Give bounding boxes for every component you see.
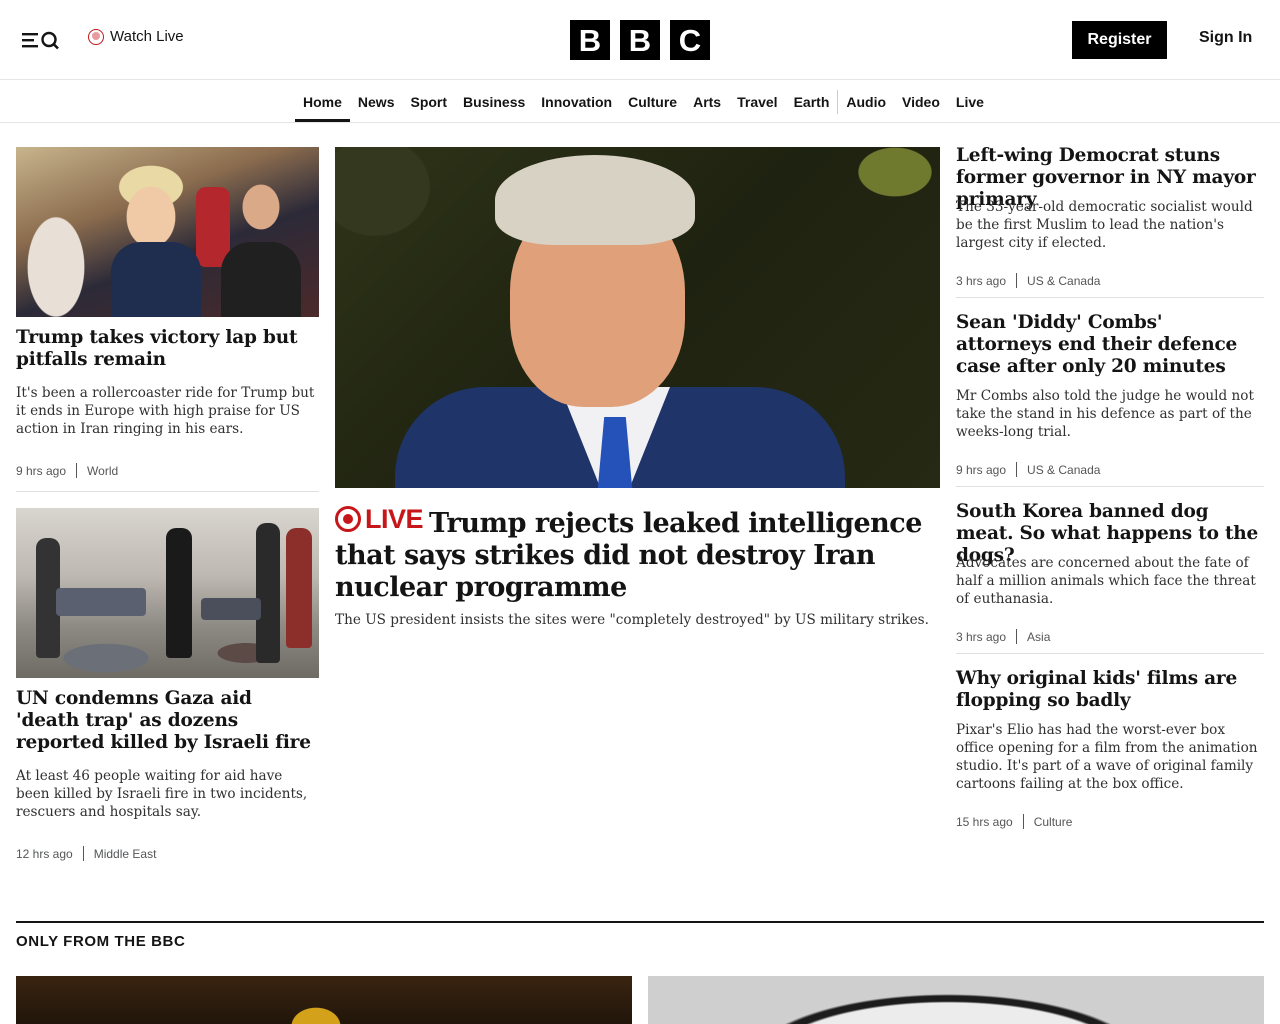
story-meta: 3 hrs ago US & Canada	[956, 273, 1100, 288]
nav-news[interactable]: News	[350, 81, 403, 122]
live-dot-icon	[88, 28, 104, 45]
nav-sport[interactable]: Sport	[402, 81, 455, 122]
feature-image-firefighter[interactable]	[16, 976, 632, 1024]
sign-in-button[interactable]: Sign In	[1199, 29, 1252, 47]
story-summary: Mr Combs also told the judge he would no…	[956, 388, 1254, 440]
story-headline[interactable]: UN condemns Gaza aid 'death trap' as doz…	[16, 688, 319, 754]
story-meta: 9 hrs ago World	[16, 463, 118, 478]
story-category[interactable]: Culture	[1024, 815, 1073, 829]
nav-culture[interactable]: Culture	[620, 81, 685, 122]
story-headline[interactable]: Trump takes victory lap but pitfalls rem…	[16, 327, 319, 371]
story-time: 15 hrs ago	[956, 814, 1013, 829]
story-time: 3 hrs ago	[956, 629, 1007, 644]
story-headline[interactable]: Why original kids' films are flopping so…	[956, 668, 1264, 712]
divider	[956, 486, 1264, 487]
story-category[interactable]: Asia	[1017, 630, 1050, 644]
divider	[956, 653, 1264, 654]
logo-letter: B	[570, 20, 610, 60]
bbc-logo[interactable]: B B C	[570, 20, 710, 60]
story-meta: 9 hrs ago US & Canada	[956, 462, 1100, 477]
section-title: ONLY FROM THE BBC	[16, 933, 186, 950]
story-category[interactable]: US & Canada	[1017, 274, 1100, 288]
nav-innovation[interactable]: Innovation	[533, 81, 620, 122]
story-headline[interactable]: Sean 'Diddy' Combs' attorneys end their …	[956, 312, 1264, 378]
story-image-trump-toast[interactable]	[16, 147, 319, 317]
live-ring-icon	[335, 506, 361, 532]
register-button[interactable]: Register	[1072, 21, 1167, 59]
nav-live[interactable]: Live	[948, 81, 992, 122]
section-rule	[16, 921, 1264, 923]
main-story-image[interactable]	[335, 147, 940, 488]
story-meta: 15 hrs ago Culture	[956, 814, 1072, 829]
nav-business[interactable]: Business	[455, 81, 533, 122]
logo-letter: C	[670, 20, 710, 60]
menu-search-icon[interactable]	[20, 26, 64, 54]
nav-travel[interactable]: Travel	[729, 81, 785, 122]
nav-home[interactable]: Home	[295, 81, 350, 122]
watch-live-label: Watch Live	[110, 28, 184, 45]
story-category[interactable]: US & Canada	[1017, 463, 1100, 477]
live-tag: LIVE	[335, 503, 424, 535]
live-label: LIVE	[365, 504, 424, 534]
nav-earth[interactable]: Earth	[786, 81, 838, 122]
story-summary: At least 46 people waiting for aid have …	[16, 768, 308, 820]
top-header: Watch Live B B C Register Sign In	[0, 0, 1280, 80]
nav-video[interactable]: Video	[894, 81, 948, 122]
story-time: 3 hrs ago	[956, 273, 1007, 288]
main-story-headline[interactable]: LIVE Trump rejects leaked intelligence t…	[335, 503, 940, 604]
story-time: 12 hrs ago	[16, 846, 73, 861]
story-summary: The 33-year-old democratic socialist wou…	[956, 199, 1253, 251]
nav-arts[interactable]: Arts	[685, 81, 729, 122]
story-summary: Pixar's Elio has had the worst-ever box …	[956, 722, 1258, 792]
story-image-gaza-hospital[interactable]	[16, 508, 319, 678]
story-time: 9 hrs ago	[16, 463, 67, 478]
divider	[16, 491, 319, 492]
story-time: 9 hrs ago	[956, 462, 1007, 477]
feature-image-feature[interactable]	[648, 976, 1264, 1024]
logo-letter: B	[620, 20, 660, 60]
main-nav: Home News Sport Business Innovation Cult…	[0, 81, 1280, 123]
story-category[interactable]: Middle East	[84, 847, 157, 861]
watch-live-link[interactable]: Watch Live	[88, 28, 184, 45]
divider	[956, 297, 1264, 298]
story-meta: 3 hrs ago Asia	[956, 629, 1050, 644]
nav-audio[interactable]: Audio	[838, 81, 894, 122]
story-meta: 12 hrs ago Middle East	[16, 846, 156, 861]
main-headline-text: Trump rejects leaked intelligence that s…	[335, 508, 922, 603]
story-summary: It's been a rollercoaster ride for Trump…	[16, 385, 315, 437]
main-story-summary: The US president insists the sites were …	[335, 612, 929, 628]
story-summary: Advocates are concerned about the fate o…	[956, 555, 1256, 607]
story-category[interactable]: World	[77, 464, 118, 478]
